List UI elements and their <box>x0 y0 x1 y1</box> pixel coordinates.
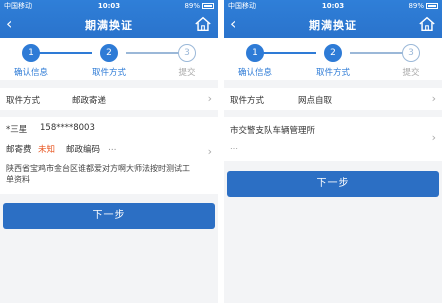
battery-percent: 89% <box>408 2 424 10</box>
pickup-method-row[interactable]: 取件方式 网点自取 › <box>224 88 442 110</box>
header: 中国移动 10:03 89% ‹ 期满换证 <box>224 0 442 38</box>
step-connector <box>350 52 405 54</box>
step-3-circle: 3 <box>402 44 420 62</box>
step-1-circle: 1 <box>22 44 40 62</box>
header: 中国移动 10:03 89% ‹ 期满换证 <box>0 0 218 38</box>
status-bar: 中国移动 10:03 89% <box>0 0 218 12</box>
pickup-method-label: 取件方式 <box>230 96 265 106</box>
status-bar: 中国移动 10:03 89% <box>224 0 442 12</box>
step-3-label: 提交 <box>402 68 420 78</box>
page-title: 期满换证 <box>85 19 133 32</box>
battery-info: 89% <box>184 0 214 12</box>
next-step-button[interactable]: 下一步 <box>3 203 215 229</box>
next-step-button[interactable]: 下一步 <box>227 171 439 197</box>
pickup-method-row[interactable]: 取件方式 邮政寄递 › <box>0 88 218 110</box>
chevron-right-icon: › <box>431 92 436 105</box>
nav-bar: ‹ 期满换证 <box>224 12 442 38</box>
step-2-label: 取件方式 <box>91 68 126 78</box>
step-3-circle: 3 <box>178 44 196 62</box>
page-title: 期满换证 <box>309 19 357 32</box>
office-name: 市交警支队车辆管理所 <box>230 126 316 136</box>
step-2-circle: 2 <box>100 44 118 62</box>
delivery-address-card[interactable]: *三星 158****8003 邮寄费 未知 邮政编码 … › 陕西省宝鸡市金台… <box>0 117 218 194</box>
pickup-method-label: 取件方式 <box>6 96 41 106</box>
chevron-right-icon: › <box>207 145 212 158</box>
battery-percent: 89% <box>184 2 200 10</box>
right-screen: 中国移动 10:03 89% ‹ 期满换证 1 2 3 确认信息 取件方式 提交… <box>224 0 442 303</box>
step-connector <box>38 52 92 54</box>
postage-value: 未知 <box>38 145 56 155</box>
step-connector <box>126 52 181 54</box>
pickup-method-value: 网点自取 <box>298 96 333 106</box>
zip-value: … <box>108 143 117 153</box>
battery-icon <box>202 3 214 9</box>
step-connector <box>262 52 316 54</box>
recipient-address: 陕西省宝鸡市金台区谁都爱对方啊大师法按时测试工单资料 <box>6 164 190 184</box>
postage-label: 邮寄费 <box>6 145 32 155</box>
chevron-right-icon: › <box>431 131 436 144</box>
battery-icon <box>426 3 438 9</box>
step-indicator: 1 2 3 确认信息 取件方式 提交 <box>0 38 218 80</box>
step-3-label: 提交 <box>178 68 196 78</box>
zip-label: 邮政编码 <box>66 145 101 155</box>
step-1-label: 确认信息 <box>237 68 272 78</box>
step-1-label: 确认信息 <box>13 68 48 78</box>
office-address: … <box>230 142 238 151</box>
recipient-phone: 158****8003 <box>40 123 95 133</box>
pickup-method-value: 邮政寄递 <box>72 96 107 106</box>
recipient-name: *三星 <box>6 125 28 135</box>
step-2-label: 取件方式 <box>315 68 350 78</box>
home-icon[interactable] <box>418 15 436 33</box>
home-icon[interactable] <box>194 15 212 33</box>
nav-bar: ‹ 期满换证 <box>0 12 218 38</box>
step-indicator: 1 2 3 确认信息 取件方式 提交 <box>224 38 442 80</box>
chevron-right-icon: › <box>207 92 212 105</box>
pickup-office-card[interactable]: 市交警支队车辆管理所 … › <box>224 117 442 161</box>
left-screen: 中国移动 10:03 89% ‹ 期满换证 1 2 3 确认信息 取件方式 提交… <box>0 0 218 303</box>
step-1-circle: 1 <box>246 44 264 62</box>
battery-info: 89% <box>408 0 438 12</box>
step-2-circle: 2 <box>324 44 342 62</box>
